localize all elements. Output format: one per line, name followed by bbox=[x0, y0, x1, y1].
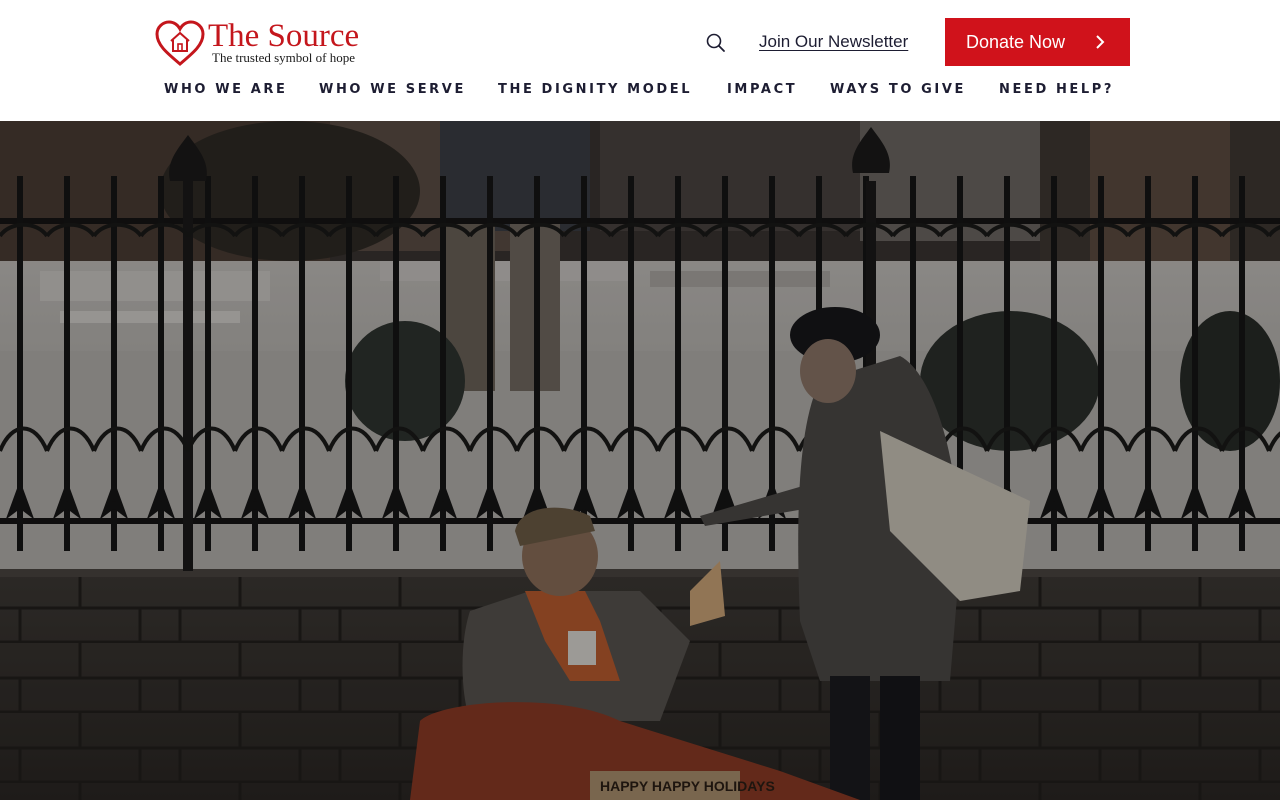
chevron-right-icon bbox=[1096, 35, 1105, 49]
nav-item-who-we-serve[interactable]: WHO WE SERVE bbox=[319, 81, 466, 99]
main-nav: WHO WE ARE WHO WE SERVE THE DIGNITY MODE… bbox=[0, 78, 1280, 104]
nav-item-ways-to-give[interactable]: WAYS TO GIVE bbox=[830, 81, 966, 99]
hero-image: HAPPY HAPPY HOLIDAYS bbox=[0, 121, 1280, 800]
search-button[interactable] bbox=[705, 32, 727, 54]
site-header: The Source The trusted symbol of hope Jo… bbox=[0, 0, 1280, 121]
donate-button-label: Donate Now bbox=[966, 32, 1066, 52]
logo-title: The Source bbox=[208, 18, 360, 54]
heart-house-icon bbox=[155, 20, 205, 66]
newsletter-link[interactable]: Join Our Newsletter bbox=[759, 31, 908, 53]
site-logo[interactable]: The Source The trusted symbol of hope bbox=[155, 18, 385, 68]
nav-item-impact[interactable]: IMPACT bbox=[727, 81, 797, 99]
logo-tagline: The trusted symbol of hope bbox=[212, 50, 355, 65]
search-icon bbox=[706, 33, 725, 52]
donate-button[interactable]: Donate Now bbox=[945, 18, 1130, 66]
hero-photo: HAPPY HAPPY HOLIDAYS bbox=[0, 121, 1280, 800]
nav-item-need-help[interactable]: NEED HELP? bbox=[999, 81, 1114, 99]
nav-item-who-we-are[interactable]: WHO WE ARE bbox=[164, 81, 288, 99]
nav-item-dignity-model[interactable]: THE DIGNITY MODEL bbox=[498, 81, 692, 99]
